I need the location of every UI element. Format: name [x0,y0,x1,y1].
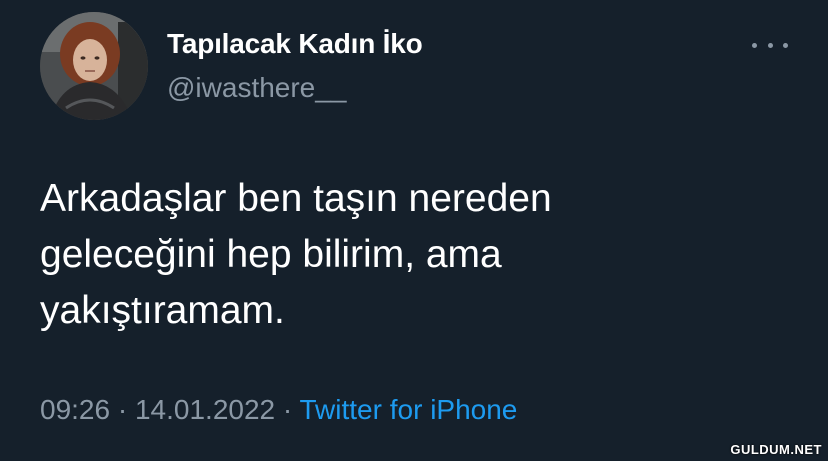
author-display-name[interactable]: Tapılacak Kadın İko [167,28,423,60]
more-horizontal-icon [752,42,757,48]
tweet-card: Tapılacak Kadın İko @iwasthere__ Arkadaş… [0,0,828,461]
avatar-image [40,12,148,120]
tweet-text-line: yakıştıramam. [40,289,285,332]
tweet-text: Arkadaşlar ben taşın nereden geleceğini … [40,171,780,339]
tweet-source-link[interactable]: Twitter for iPhone [300,394,518,425]
meta-separator: · [117,394,128,425]
meta-separator: · [282,394,293,425]
tweet-date[interactable]: 14.01.2022 [135,394,275,425]
tweet-text-line: geleceğini hep bilirim, ama [40,233,502,276]
tweet-metadata: 09:26 · 14.01.2022 · Twitter for iPhone [40,394,517,426]
tweet-time[interactable]: 09:26 [40,394,110,425]
more-horizontal-icon-dot [767,42,773,48]
avatar[interactable] [40,12,148,120]
tweet-text-line: Arkadaşlar ben taşın nereden [40,177,552,220]
more-options-button[interactable] [752,34,788,56]
more-horizontal-icon-dot [783,42,788,48]
watermark: GULDUM.NET [730,442,822,457]
author-handle[interactable]: @iwasthere__ [167,72,346,104]
